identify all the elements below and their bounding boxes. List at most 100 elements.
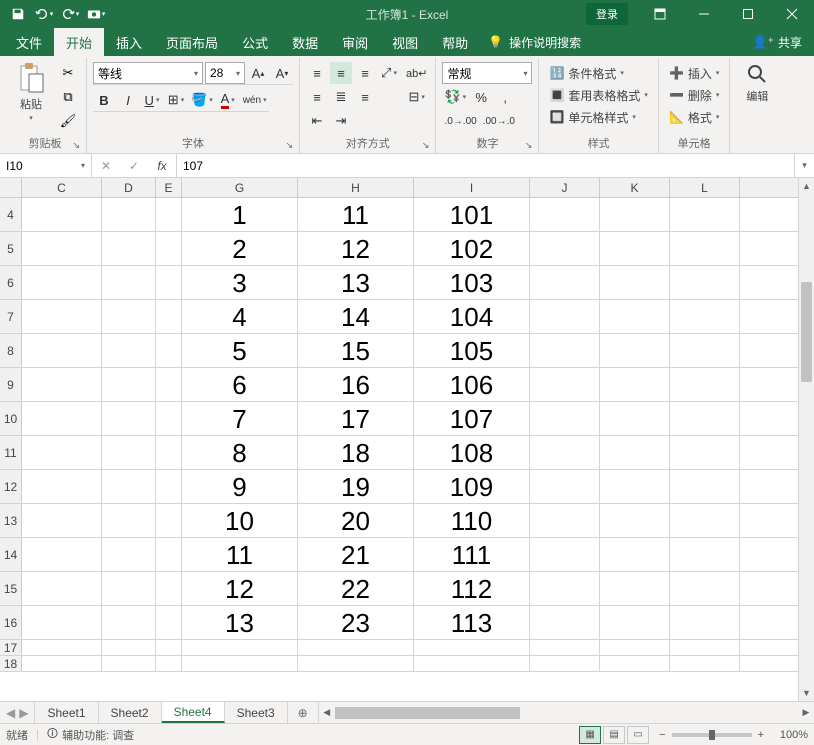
row-header-13[interactable]: 13	[0, 504, 22, 537]
cell-C4[interactable]	[22, 198, 102, 232]
format-painter-icon[interactable]: 🖌	[56, 110, 80, 132]
cell-E8[interactable]	[156, 334, 182, 368]
cell-H9[interactable]: 16	[298, 368, 414, 402]
column-header-L[interactable]: L	[670, 178, 740, 197]
column-header-I[interactable]: I	[414, 178, 530, 197]
delete-cells-button[interactable]: ➖删除▾	[665, 84, 723, 106]
sheet-tab-sheet4[interactable]: Sheet4	[162, 702, 225, 723]
cell-H13[interactable]: 20	[298, 504, 414, 538]
undo-icon[interactable]: ▾	[32, 2, 56, 26]
cell-G12[interactable]: 9	[182, 470, 298, 504]
cell-C5[interactable]	[22, 232, 102, 266]
cell-K8[interactable]	[600, 334, 670, 368]
scroll-left-icon[interactable]: ◀	[319, 707, 335, 718]
share-button[interactable]: 👤⁺ 共享	[753, 28, 802, 56]
cell-H4[interactable]: 11	[298, 198, 414, 232]
horizontal-scrollbar[interactable]: ◀ ▶	[318, 702, 814, 723]
cell-G6[interactable]: 3	[182, 266, 298, 300]
cell-E10[interactable]	[156, 402, 182, 436]
decrease-indent-icon[interactable]: ⇤	[306, 110, 328, 132]
cell-L11[interactable]	[670, 436, 740, 470]
login-button[interactable]: 登录	[586, 3, 628, 25]
cell-J7[interactable]	[530, 300, 600, 334]
increase-decimal-icon[interactable]: .0→.00	[442, 110, 478, 132]
cell-H5[interactable]: 12	[298, 232, 414, 266]
cell-H12[interactable]: 19	[298, 470, 414, 504]
cell-D7[interactable]	[102, 300, 156, 334]
cell-D10[interactable]	[102, 402, 156, 436]
row-header-18[interactable]: 18	[0, 656, 22, 671]
cell-I15[interactable]: 112	[414, 572, 530, 606]
column-header-E[interactable]: E	[156, 178, 182, 197]
maximize-icon[interactable]	[726, 0, 770, 28]
cell-D15[interactable]	[102, 572, 156, 606]
cell-I13[interactable]: 110	[414, 504, 530, 538]
tell-me-search[interactable]: 💡 操作说明搜索	[488, 28, 581, 56]
cell-G10[interactable]: 7	[182, 402, 298, 436]
scroll-right-icon[interactable]: ▶	[798, 707, 814, 718]
cell-E4[interactable]	[156, 198, 182, 232]
merge-icon[interactable]: ⊟▾	[404, 86, 429, 108]
cell-I6[interactable]: 103	[414, 266, 530, 300]
row-header-9[interactable]: 9	[0, 368, 22, 401]
cell-H11[interactable]: 18	[298, 436, 414, 470]
cell-K9[interactable]	[600, 368, 670, 402]
cell-I16[interactable]: 113	[414, 606, 530, 640]
fill-color-icon[interactable]: 🪣▾	[189, 89, 215, 111]
cell-J10[interactable]	[530, 402, 600, 436]
cell-G17[interactable]	[182, 640, 298, 656]
cell-E7[interactable]	[156, 300, 182, 334]
cell-C11[interactable]	[22, 436, 102, 470]
clipboard-launcher-icon[interactable]: ↘	[72, 140, 80, 151]
cell-J11[interactable]	[530, 436, 600, 470]
expand-formula-bar-icon[interactable]: ▾	[794, 154, 814, 177]
cell-K11[interactable]	[600, 436, 670, 470]
cell-K16[interactable]	[600, 606, 670, 640]
insert-cells-button[interactable]: ➕插入▾	[665, 62, 723, 84]
cell-K15[interactable]	[600, 572, 670, 606]
row-header-12[interactable]: 12	[0, 470, 22, 503]
cell-J9[interactable]	[530, 368, 600, 402]
row-header-7[interactable]: 7	[0, 300, 22, 333]
cell-I4[interactable]: 101	[414, 198, 530, 232]
tab-view[interactable]: 视图	[380, 28, 430, 56]
cell-J12[interactable]	[530, 470, 600, 504]
alignment-launcher-icon[interactable]: ↘	[422, 140, 430, 151]
align-middle-icon[interactable]: ≡	[330, 62, 352, 84]
cell-K7[interactable]	[600, 300, 670, 334]
cell-D13[interactable]	[102, 504, 156, 538]
cell-D6[interactable]	[102, 266, 156, 300]
tab-review[interactable]: 审阅	[330, 28, 380, 56]
cell-I11[interactable]: 108	[414, 436, 530, 470]
cell-C13[interactable]	[22, 504, 102, 538]
zoom-slider[interactable]	[672, 733, 752, 737]
cell-L12[interactable]	[670, 470, 740, 504]
cell-D18[interactable]	[102, 656, 156, 672]
cell-G16[interactable]: 13	[182, 606, 298, 640]
row-header-8[interactable]: 8	[0, 334, 22, 367]
comma-icon[interactable]: ,	[494, 86, 516, 108]
decrease-decimal-icon[interactable]: .00→.0	[481, 110, 517, 132]
cell-styles-button[interactable]: 🔲单元格样式▾	[545, 106, 639, 128]
currency-icon[interactable]: 💱▾	[442, 86, 468, 108]
cell-K14[interactable]	[600, 538, 670, 572]
align-right-icon[interactable]: ≡	[354, 86, 376, 108]
cell-I8[interactable]: 105	[414, 334, 530, 368]
cell-K10[interactable]	[600, 402, 670, 436]
cell-D9[interactable]	[102, 368, 156, 402]
cell-J6[interactable]	[530, 266, 600, 300]
cell-D12[interactable]	[102, 470, 156, 504]
font-launcher-icon[interactable]: ↘	[285, 140, 293, 151]
row-header-11[interactable]: 11	[0, 436, 22, 469]
cell-L14[interactable]	[670, 538, 740, 572]
cell-D11[interactable]	[102, 436, 156, 470]
phonetic-icon[interactable]: wén▾	[241, 89, 269, 111]
cell-H17[interactable]	[298, 640, 414, 656]
cell-H15[interactable]: 22	[298, 572, 414, 606]
row-header-4[interactable]: 4	[0, 198, 22, 231]
cell-D17[interactable]	[102, 640, 156, 656]
increase-font-icon[interactable]: A▴	[247, 62, 269, 84]
cell-L16[interactable]	[670, 606, 740, 640]
enter-formula-icon[interactable]: ✓	[120, 154, 148, 177]
view-page-break-icon[interactable]: ▭	[627, 726, 649, 744]
